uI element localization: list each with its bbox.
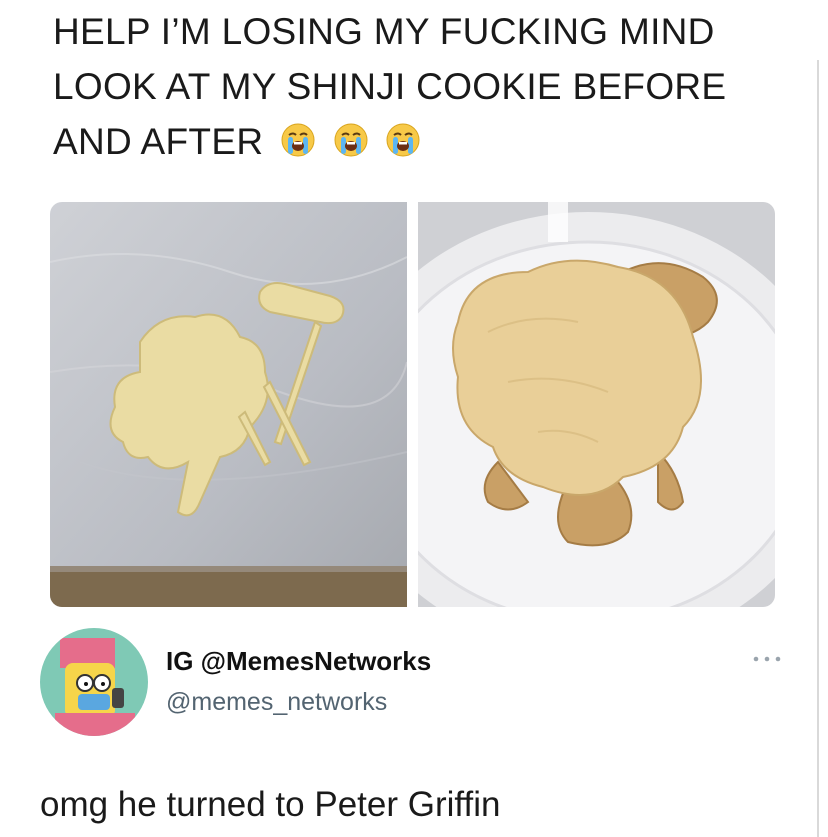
avatar[interactable] (40, 628, 148, 736)
before-photo-drawing (50, 202, 407, 607)
ellipsis-icon[interactable] (750, 652, 784, 666)
display-name[interactable]: IG @MemesNetworks (166, 646, 431, 677)
caption-line-3-text: AND AFTER (53, 121, 264, 162)
avatar-illustration (40, 628, 148, 736)
post-caption: HELP I’M LOSING MY FUCKING MIND LOOK AT … (53, 4, 793, 169)
tweet-text: omg he turned to Peter Griffin (40, 785, 501, 824)
crying-face-icon (334, 123, 368, 157)
caption-line-2: LOOK AT MY SHINJI COOKIE BEFORE (53, 66, 727, 107)
user-handle[interactable]: @memes_networks (166, 688, 387, 717)
caption-line-1: HELP I’M LOSING MY FUCKING MIND (53, 11, 715, 52)
after-photo[interactable] (418, 202, 775, 607)
crying-face-icon (281, 123, 315, 157)
before-photo[interactable] (50, 202, 407, 607)
crying-face-icon (386, 123, 420, 157)
caption-line-3: AND AFTER (53, 114, 793, 169)
right-divider (817, 60, 819, 837)
after-photo-drawing (418, 202, 775, 607)
